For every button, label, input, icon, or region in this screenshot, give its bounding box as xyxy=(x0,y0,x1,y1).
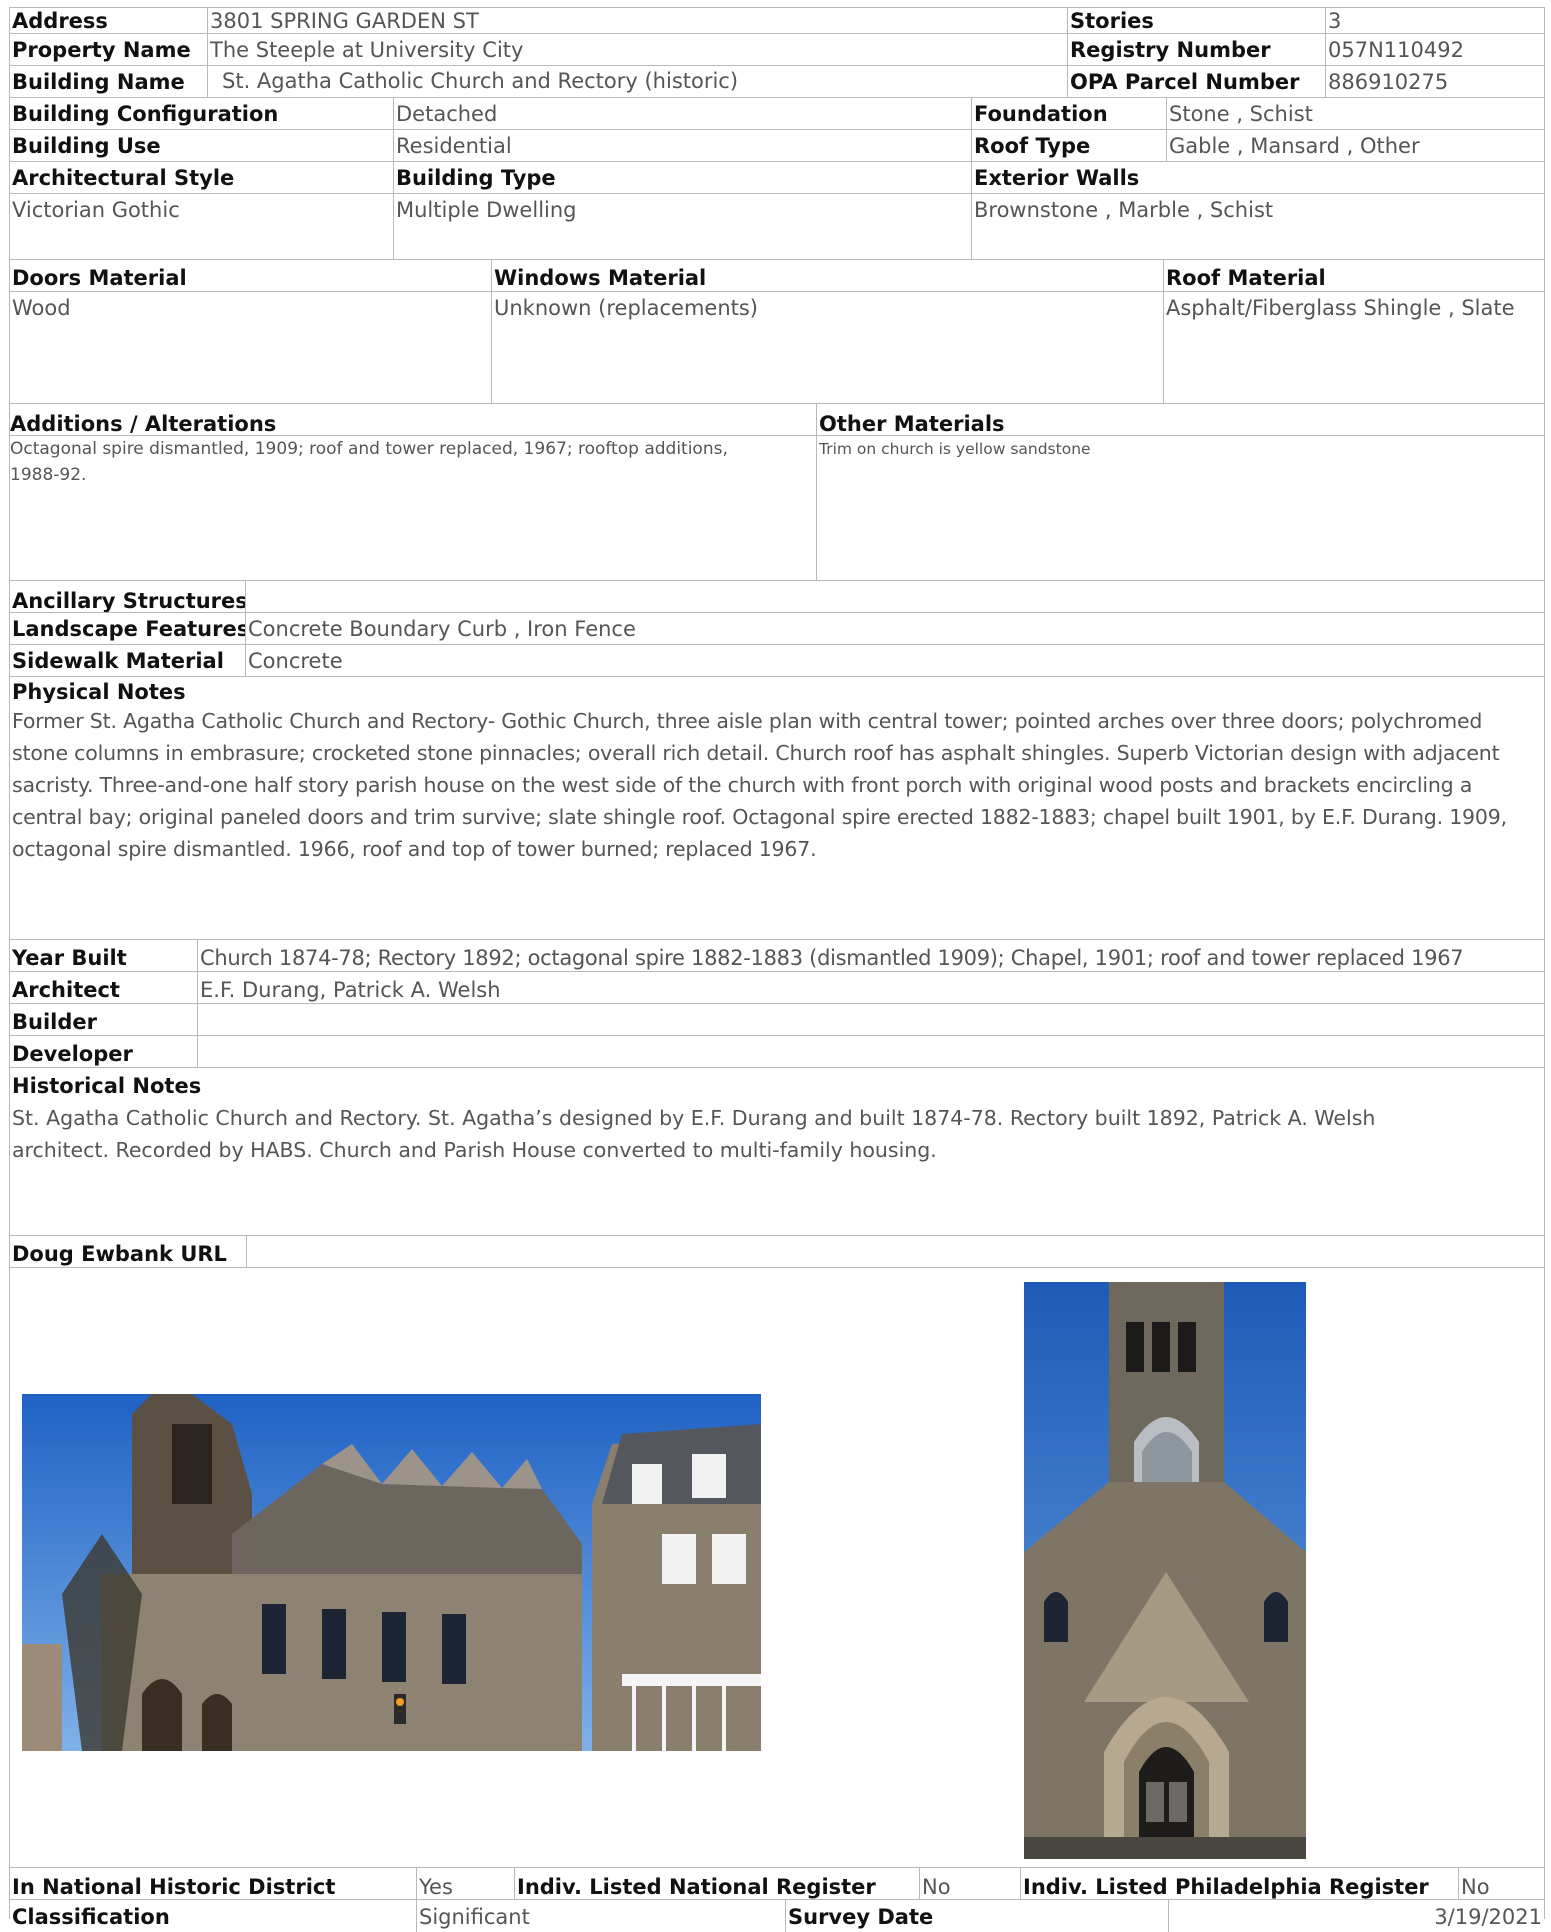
historical-notes-label: Historical Notes xyxy=(12,1074,202,1098)
doors-material-label: Doors Material xyxy=(12,266,187,290)
architectural-style-label: Architectural Style xyxy=(12,166,235,190)
national-district-value: Yes xyxy=(416,1868,514,1899)
building-name-value: St. Agatha Catholic Church and Rectory (… xyxy=(207,66,1067,97)
developer-label: Developer xyxy=(12,1042,133,1066)
row-classification: Classification Significant Survey Date 3… xyxy=(10,1900,1544,1932)
additions-value: Octagonal spire dismantled, 1909; roof a… xyxy=(10,439,728,485)
row-physical-notes-header: Physical Notes xyxy=(10,677,1544,703)
registry-number-value: 057N110492 xyxy=(1325,34,1544,65)
registry-number-label: Registry Number xyxy=(1067,34,1325,65)
foundation-value: Stone , Schist xyxy=(1166,98,1544,129)
landscape-features-value: Concrete Boundary Curb , Iron Fence xyxy=(245,613,1544,644)
property-survey-form: Address 3801 SPRING GARDEN ST Stories 3 … xyxy=(9,7,1545,1932)
row-historical-notes-header: Historical Notes xyxy=(10,1068,1544,1100)
other-materials-value: Trim on church is yellow sandstone xyxy=(816,436,1544,580)
physical-notes-label: Physical Notes xyxy=(12,680,186,703)
row-developer: Developer xyxy=(10,1036,1544,1068)
architectural-style-value: Victorian Gothic xyxy=(12,198,180,222)
roof-type-value: Gable , Mansard , Other xyxy=(1166,130,1544,161)
church-exterior-photo xyxy=(22,1394,761,1751)
row-additions-header: Additions / Alterations Other Materials xyxy=(10,404,1544,436)
row-doug-ewbank: Doug Ewbank URL xyxy=(10,1236,1544,1268)
building-type-value: Multiple Dwelling xyxy=(393,194,971,259)
building-type-label: Building Type xyxy=(393,162,971,193)
address-value: 3801 SPRING GARDEN ST xyxy=(207,8,1067,33)
windows-material-label: Windows Material xyxy=(491,260,1163,291)
row-photos xyxy=(10,1268,1544,1868)
roof-material-label: Roof Material xyxy=(1163,260,1544,291)
physical-notes-value: Former St. Agatha Catholic Church and Re… xyxy=(12,709,1507,861)
developer-value xyxy=(197,1036,1544,1067)
row-sidewalk: Sidewalk Material Concrete xyxy=(10,645,1544,677)
phila-register-label: Indiv. Listed Philadelphia Register xyxy=(1020,1868,1458,1899)
row-architectural-style-header: Architectural Style Building Type Exteri… xyxy=(10,162,1544,194)
phila-register-value: No xyxy=(1458,1868,1544,1899)
sidewalk-material-label: Sidewalk Material xyxy=(12,649,224,673)
national-register-label: Indiv. Listed National Register xyxy=(514,1868,919,1899)
ancillary-structures-value xyxy=(245,581,1544,612)
other-materials-label: Other Materials xyxy=(816,404,1544,435)
stories-label: Stories xyxy=(1067,8,1325,33)
row-physical-notes-body: Former St. Agatha Catholic Church and Re… xyxy=(10,703,1544,940)
national-register-value: No xyxy=(919,1868,1020,1899)
row-building-name: Building Name St. Agatha Catholic Church… xyxy=(10,66,1544,98)
row-landscape: Landscape Features Concrete Boundary Cur… xyxy=(10,613,1544,645)
building-use-label: Building Use xyxy=(12,134,161,158)
building-configuration-label: Building Configuration xyxy=(12,102,279,126)
builder-label: Builder xyxy=(12,1010,97,1034)
survey-date-value: 3/19/2021 xyxy=(1168,1900,1544,1932)
address-label: Address xyxy=(12,9,108,33)
row-builder: Builder xyxy=(10,1004,1544,1036)
builder-value xyxy=(197,1004,1544,1035)
doors-material-value: Wood xyxy=(12,296,71,320)
row-address: Address 3801 SPRING GARDEN ST Stories 3 xyxy=(10,8,1544,34)
row-year-built: Year Built Church 1874-78; Rectory 1892;… xyxy=(10,940,1544,972)
ancillary-structures-label: Ancillary Structures xyxy=(12,589,245,612)
row-historical-notes-body: St. Agatha Catholic Church and Rectory. … xyxy=(10,1100,1544,1236)
architect-value: E.F. Durang, Patrick A. Welsh xyxy=(197,972,1544,1003)
exterior-walls-value: Brownstone , Marble , Schist xyxy=(971,194,1544,259)
row-building-configuration: Building Configuration Detached Foundati… xyxy=(10,98,1544,130)
windows-material-value: Unknown (replacements) xyxy=(491,292,1163,403)
foundation-label: Foundation xyxy=(971,98,1166,129)
classification-label: Classification xyxy=(12,1905,170,1929)
year-built-value: Church 1874-78; Rectory 1892; octagonal … xyxy=(197,940,1544,971)
row-ancillary: Ancillary Structures xyxy=(10,581,1544,613)
roof-material-value: Asphalt/Fiberglass Shingle , Slate xyxy=(1163,292,1544,403)
year-built-label: Year Built xyxy=(12,946,127,970)
roof-type-label: Roof Type xyxy=(971,130,1166,161)
exterior-walls-label: Exterior Walls xyxy=(971,162,1544,193)
doug-ewbank-url-value xyxy=(246,1236,1544,1267)
row-materials-header: Doors Material Windows Material Roof Mat… xyxy=(10,260,1544,292)
row-register: In National Historic District Yes Indiv.… xyxy=(10,1868,1544,1900)
row-architect: Architect E.F. Durang, Patrick A. Welsh xyxy=(10,972,1544,1004)
row-materials-values: Wood Unknown (replacements) Asphalt/Fibe… xyxy=(10,292,1544,404)
landscape-features-label: Landscape Features xyxy=(12,617,245,641)
additions-label: Additions / Alterations xyxy=(10,412,277,435)
row-architectural-style-values: Victorian Gothic Multiple Dwelling Brown… xyxy=(10,194,1544,260)
stories-value: 3 xyxy=(1325,8,1544,33)
national-district-label: In National Historic District xyxy=(12,1875,336,1899)
survey-date-label: Survey Date xyxy=(785,1900,1168,1932)
church-tower-photo xyxy=(1024,1282,1306,1859)
property-name-label: Property Name xyxy=(12,38,191,62)
architect-label: Architect xyxy=(12,978,120,1002)
sidewalk-material-value: Concrete xyxy=(245,645,1544,676)
row-additions-values: Octagonal spire dismantled, 1909; roof a… xyxy=(10,436,1544,581)
doug-ewbank-url-label: Doug Ewbank URL xyxy=(12,1242,227,1266)
building-configuration-value: Detached xyxy=(393,98,971,129)
building-name-label: Building Name xyxy=(12,70,185,94)
opa-parcel-label: OPA Parcel Number xyxy=(1067,66,1325,97)
property-name-value: The Steeple at University City xyxy=(207,34,1067,65)
opa-parcel-value: 886910275 xyxy=(1325,66,1544,97)
row-building-use: Building Use Residential Roof Type Gable… xyxy=(10,130,1544,162)
historical-notes-value: St. Agatha Catholic Church and Rectory. … xyxy=(12,1106,1376,1162)
building-use-value: Residential xyxy=(393,130,971,161)
classification-value: Significant xyxy=(416,1900,785,1932)
row-property-name: Property Name The Steeple at University … xyxy=(10,34,1544,66)
